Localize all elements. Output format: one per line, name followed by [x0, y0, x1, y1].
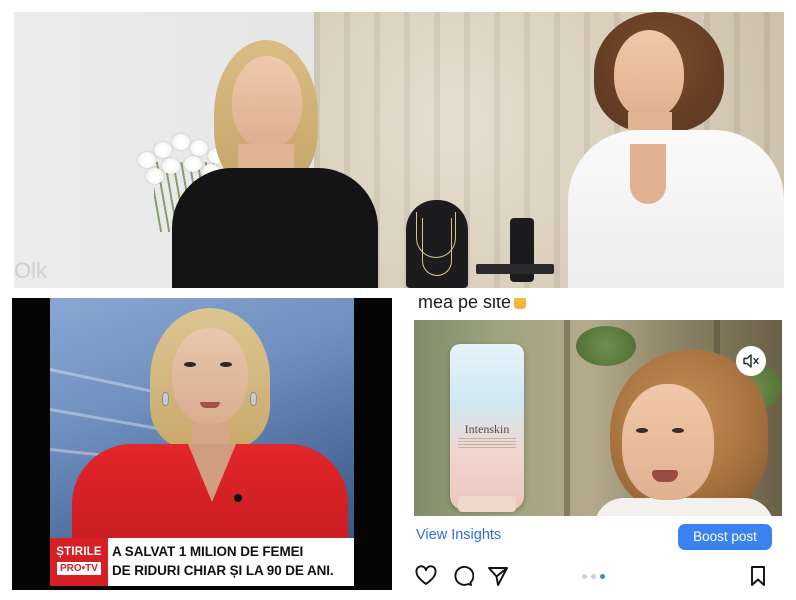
headline-line-2: DE RIDURI CHIAR ȘI LA 90 DE ANI. [112, 563, 334, 578]
jewelry-tray [476, 264, 554, 274]
earring [250, 392, 257, 406]
background-plant [576, 326, 636, 366]
cream-tube-cap [458, 496, 516, 512]
post-video[interactable]: Intenskin [414, 320, 782, 516]
comment-icon[interactable] [450, 564, 474, 588]
logo-watermark: Olk [14, 258, 47, 283]
background-shelf [564, 320, 570, 516]
news-headline: A SALVAT 1 MILION DE FEMEI DE RIDURI CHI… [112, 542, 352, 580]
anchor-neckline [188, 444, 236, 502]
bookmark-icon[interactable] [746, 564, 770, 588]
share-icon[interactable] [486, 564, 510, 588]
anchor-eye [184, 362, 196, 367]
view-insights-link[interactable]: View Insights [416, 527, 501, 543]
logo-stirile-text: ȘTIRILE [56, 546, 102, 558]
headline-line-1: A SALVAT 1 MILION DE FEMEI [112, 544, 304, 559]
speaker-mute-icon [743, 354, 759, 368]
pointing-hand-emoji-icon [514, 298, 527, 310]
logo-protv-text: PRO•TV [57, 562, 101, 575]
carousel-indicator [582, 574, 612, 580]
lapel-mic [234, 494, 242, 502]
anchor-eye [220, 362, 232, 367]
stirile-protv-logo: ȘTIRILE PRO•TV [50, 538, 108, 586]
post-caption-partial: mea pe site [418, 298, 527, 313]
woman-face [622, 384, 714, 500]
news-broadcast-panel: ȘTIRILE PRO•TV A SALVAT 1 MILION DE FEME… [12, 298, 392, 590]
necklace [422, 218, 452, 276]
heart-icon[interactable] [414, 564, 438, 588]
woman-eye [636, 428, 648, 433]
carousel-dot [591, 574, 596, 579]
product-fine-print [458, 438, 516, 448]
instagram-post-panel: mea pe site Intenskin View Insights Boos… [404, 298, 784, 590]
anchor-mouth [200, 402, 220, 408]
woman-eye [672, 428, 684, 433]
boost-post-button[interactable]: Boost post [678, 524, 772, 550]
carousel-dot-active [600, 574, 605, 579]
earring [162, 392, 169, 406]
anchor-face [172, 328, 248, 424]
woman-mouth [652, 470, 678, 482]
top-photo-panel: Olk [14, 12, 784, 288]
mute-button[interactable] [736, 346, 766, 376]
caption-text: mea pe site [418, 298, 512, 312]
product-brand-label: Intenskin [464, 422, 510, 436]
woman-white-top [594, 498, 774, 516]
carousel-dot [582, 574, 587, 579]
